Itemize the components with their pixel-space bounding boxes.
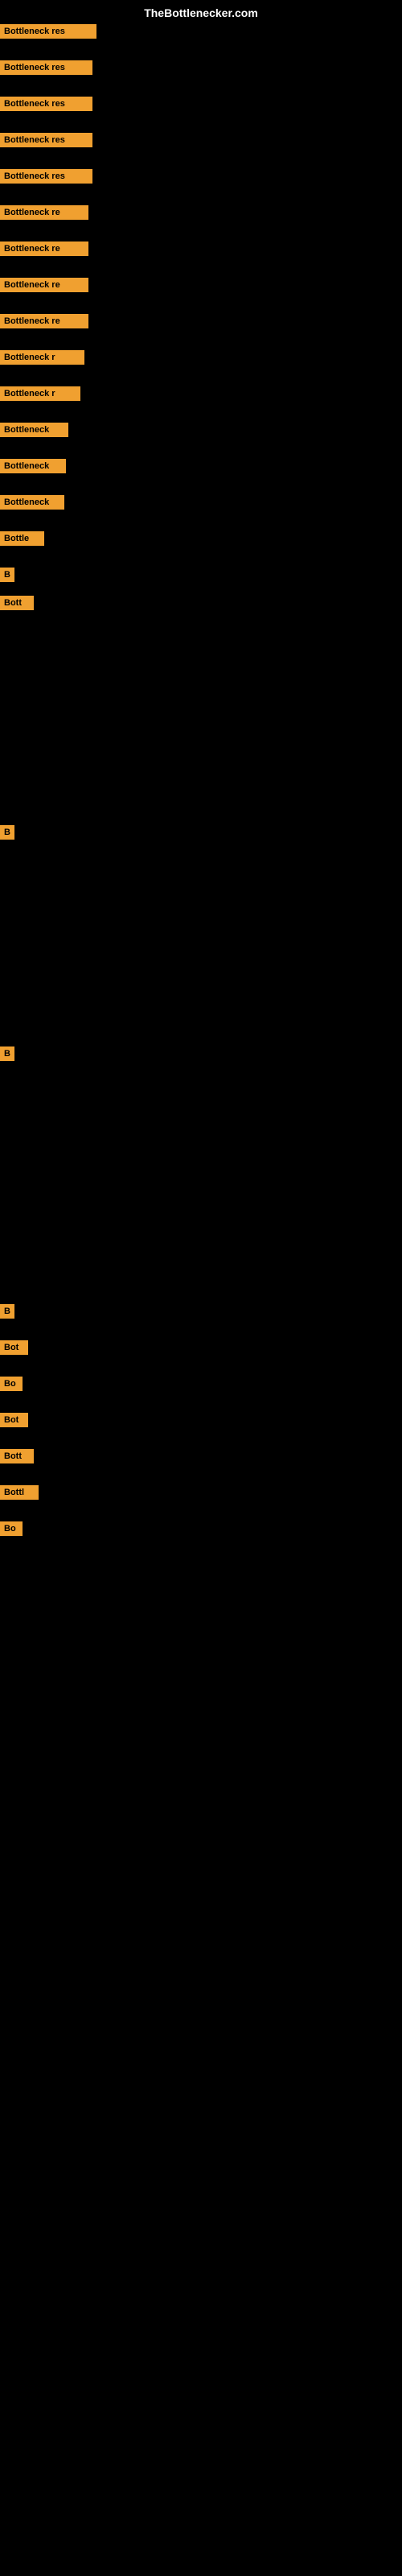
- bottleneck-item-25[interactable]: Bottl: [0, 1485, 39, 1500]
- bottleneck-item-18[interactable]: B: [0, 825, 14, 840]
- bottleneck-item-8[interactable]: Bottleneck re: [0, 278, 88, 292]
- bottleneck-item-11[interactable]: Bottleneck r: [0, 386, 80, 401]
- bottleneck-item-20[interactable]: B: [0, 1304, 14, 1319]
- bottleneck-item-26[interactable]: Bo: [0, 1521, 23, 1536]
- bottleneck-item-24[interactable]: Bott: [0, 1449, 34, 1463]
- bottleneck-item-16[interactable]: B: [0, 568, 14, 582]
- bottleneck-item-10[interactable]: Bottleneck r: [0, 350, 84, 365]
- bottleneck-item-1[interactable]: Bottleneck res: [0, 24, 96, 39]
- bottleneck-item-19[interactable]: B: [0, 1046, 14, 1061]
- bottleneck-item-2[interactable]: Bottleneck res: [0, 60, 92, 75]
- bottleneck-item-3[interactable]: Bottleneck res: [0, 97, 92, 111]
- bottleneck-item-22[interactable]: Bo: [0, 1377, 23, 1391]
- bottleneck-item-15[interactable]: Bottle: [0, 531, 44, 546]
- bottleneck-item-9[interactable]: Bottleneck re: [0, 314, 88, 328]
- bottleneck-item-5[interactable]: Bottleneck res: [0, 169, 92, 184]
- site-title: TheBottlenecker.com: [144, 6, 258, 19]
- bottleneck-item-21[interactable]: Bot: [0, 1340, 28, 1355]
- bottleneck-item-6[interactable]: Bottleneck re: [0, 205, 88, 220]
- bottleneck-item-13[interactable]: Bottleneck: [0, 459, 66, 473]
- bottleneck-item-17[interactable]: Bott: [0, 596, 34, 610]
- bottleneck-item-12[interactable]: Bottleneck: [0, 423, 68, 437]
- bottleneck-item-23[interactable]: Bot: [0, 1413, 28, 1427]
- bottleneck-item-4[interactable]: Bottleneck res: [0, 133, 92, 147]
- bottleneck-item-14[interactable]: Bottleneck: [0, 495, 64, 510]
- bottleneck-item-7[interactable]: Bottleneck re: [0, 242, 88, 256]
